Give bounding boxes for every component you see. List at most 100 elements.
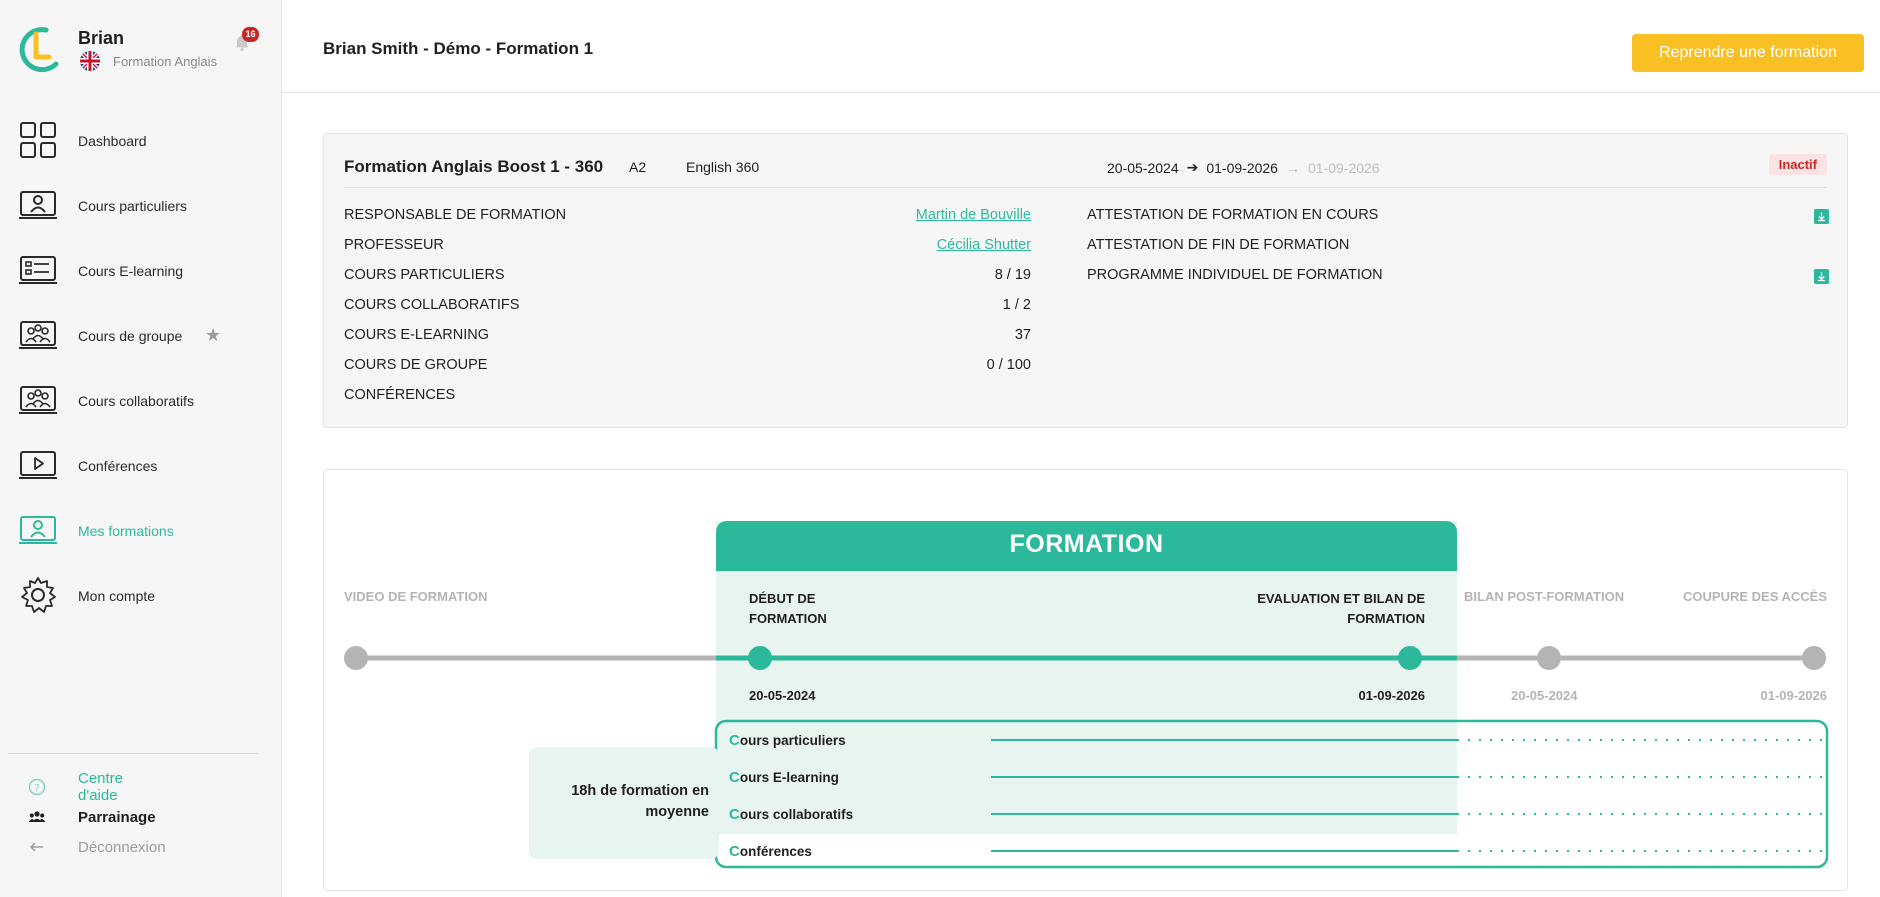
average-hours-text: 18h de formation en moyenne	[537, 781, 709, 823]
course-name: Formation Anglais Boost 1 - 360	[344, 157, 604, 176]
document-label: ATTESTATION DE FORMATION EN COURS	[1087, 207, 1379, 223]
notification-badge: 16	[242, 27, 259, 42]
page-title: Brian Smith - Démo - Formation 1	[323, 39, 594, 58]
sidebar-item-my-account[interactable]: Mon compte	[0, 563, 282, 628]
info-row: PROFESSEUR Cécilia Shutter	[344, 232, 1031, 262]
date-start: 20-05-2024	[1107, 159, 1179, 176]
private-lesson-icon	[19, 191, 57, 219]
training-summary-header: Formation Anglais Boost 1 - 360 A2 Engli…	[344, 134, 1827, 188]
activity-initial: C	[729, 732, 740, 749]
user-name: Brian	[78, 28, 125, 48]
formation-title: FORMATION	[1009, 530, 1164, 558]
gear-icon	[21, 577, 56, 613]
timeline-label-start-line2: FORMATION	[749, 611, 827, 626]
timeline-date-cut: 01-09-2026	[1760, 688, 1828, 703]
info-value: 1 / 2	[1002, 297, 1031, 313]
info-row: CONFÉRENCES	[344, 382, 1031, 412]
sidebar-item-private-lessons[interactable]: Cours particuliers	[0, 173, 282, 238]
activity-conferences: Conférences	[729, 843, 812, 860]
star-icon[interactable]: ★	[205, 325, 221, 346]
document-row: ATTESTATION DE FORMATION EN COURS	[1087, 202, 1829, 232]
sidebar-item-label: Mes formations	[78, 522, 174, 539]
sidebar-item-label: Cours collaboratifs	[78, 392, 194, 409]
info-row: COURS PARTICULIERS 8 / 19	[344, 262, 1031, 292]
info-key: COURS COLLABORATIFS	[344, 297, 520, 313]
activity-label: onférences	[739, 844, 812, 859]
status-badge: Inactif	[1768, 154, 1827, 175]
referral-label: Parrainage	[78, 808, 156, 826]
arrow-right-icon: ➔	[1186, 159, 1199, 175]
info-value: 8 / 19	[994, 267, 1031, 283]
date-range: 20-05-2024 ➔ 01-09-2026 → 01-09-2026	[1107, 159, 1380, 176]
info-key: PROFESSEUR	[344, 237, 444, 253]
info-key: COURS E-LEARNING	[344, 327, 490, 343]
manager-link[interactable]: Martin de Bouville	[916, 207, 1031, 223]
sidebar-item-label: Conférences	[78, 457, 158, 474]
help-icon: ?	[28, 778, 46, 796]
app-logo	[19, 27, 59, 73]
activity-label: ours particuliers	[739, 733, 846, 748]
teacher-link[interactable]: Cécilia Shutter	[937, 237, 1031, 253]
sidebar-item-label: Cours de groupe	[78, 327, 183, 344]
timeline-date-eval: 01-09-2026	[1358, 688, 1426, 703]
info-key: CONFÉRENCES	[344, 387, 456, 403]
date-extra: 01-09-2026	[1307, 159, 1380, 176]
timeline-dot-video	[344, 646, 368, 670]
sidebar-divider	[8, 753, 258, 754]
training-info-right: ATTESTATION DE FORMATION EN COURS ATTEST…	[1087, 202, 1829, 292]
training-timeline-card: FORMATION VIDEO DE FORMATION DÉBUT DE FO…	[323, 469, 1848, 891]
svg-text:?: ?	[34, 783, 39, 794]
sidebar-item-label: Mon compte	[78, 587, 156, 604]
timeline-label-eval-line1: EVALUATION ET BILAN DE	[1257, 591, 1425, 606]
sidebar-item-label: Dashboard	[78, 132, 147, 149]
users-icon	[28, 811, 46, 822]
average-hours-line2: moyenne	[645, 804, 709, 820]
training-summary-card: Formation Anglais Boost 1 - 360 A2 Engli…	[323, 133, 1848, 428]
my-trainings-icon	[19, 516, 57, 544]
info-row: COURS COLLABORATIFS 1 / 2	[344, 292, 1031, 322]
activity-initial: C	[729, 769, 740, 786]
sidebar-item-conferences[interactable]: Conférences	[0, 433, 282, 498]
average-hours-line1: 18h de formation en	[571, 783, 709, 799]
sidebar-item-group-lessons[interactable]: Cours de groupe ★	[0, 303, 282, 368]
activity-initial: C	[729, 806, 740, 823]
timeline-label-post: BILAN POST-FORMATION	[1464, 589, 1625, 604]
activity-elearning: Cours E-learning	[729, 769, 839, 786]
sidebar-nav: Dashboard Cours particuliers Cours E-lea…	[0, 108, 282, 628]
download-icon[interactable]	[1814, 269, 1829, 284]
sidebar-item-label: Cours particuliers	[78, 197, 187, 214]
dashboard-icon	[20, 122, 56, 158]
sidebar-item-elearning[interactable]: Cours E-learning	[0, 238, 282, 303]
course-program: English 360	[686, 159, 760, 175]
resume-training-button[interactable]: Reprendre une formation	[1632, 34, 1864, 72]
download-icon[interactable]	[1814, 209, 1829, 224]
sidebar-item-my-trainings[interactable]: Mes formations	[0, 498, 282, 563]
timeline-dot-eval	[1398, 646, 1422, 670]
timeline-date-post: 20-05-2024	[1511, 688, 1578, 703]
page-header: Brian Smith - Démo - Formation 1 Reprend…	[282, 0, 1880, 93]
uk-flag-icon	[80, 51, 100, 71]
sidebar-item-collaborative[interactable]: Cours collaboratifs	[0, 368, 282, 433]
profile[interactable]: Brian Formation Anglais 16	[16, 24, 266, 76]
timeline-label-eval: EVALUATION ET BILAN DE FORMATION	[1257, 589, 1425, 629]
timeline-date-start: 20-05-2024	[749, 688, 816, 703]
arrow-right-icon: →	[1285, 159, 1300, 176]
timeline-label-start-line1: DÉBUT DE	[749, 591, 816, 606]
collaborative-icon	[19, 386, 57, 414]
activity-private-lessons: Cours particuliers	[729, 732, 846, 749]
document-row: ATTESTATION DE FIN DE FORMATION	[1087, 232, 1829, 262]
document-label: PROGRAMME INDIVIDUEL DE FORMATION	[1087, 267, 1383, 283]
training-info-left: RESPONSABLE DE FORMATION Martin de Bouvi…	[344, 202, 1031, 412]
user-course: Formation Anglais	[113, 54, 218, 69]
document-label: ATTESTATION DE FIN DE FORMATION	[1087, 237, 1350, 253]
info-row: RESPONSABLE DE FORMATION Martin de Bouvi…	[344, 202, 1031, 232]
activity-collaborative: Cours collaboratifs	[729, 806, 853, 823]
info-key: COURS DE GROUPE	[344, 357, 488, 373]
activity-label: ours E-learning	[739, 770, 839, 785]
sidebar-item-dashboard[interactable]: Dashboard	[0, 108, 282, 173]
info-value: 0 / 100	[986, 357, 1031, 373]
info-key: COURS PARTICULIERS	[344, 267, 505, 283]
timeline-label-video: VIDEO DE FORMATION	[344, 589, 488, 604]
average-hours-box: 18h de formation en moyenne	[529, 747, 719, 859]
elearning-icon	[19, 256, 57, 284]
